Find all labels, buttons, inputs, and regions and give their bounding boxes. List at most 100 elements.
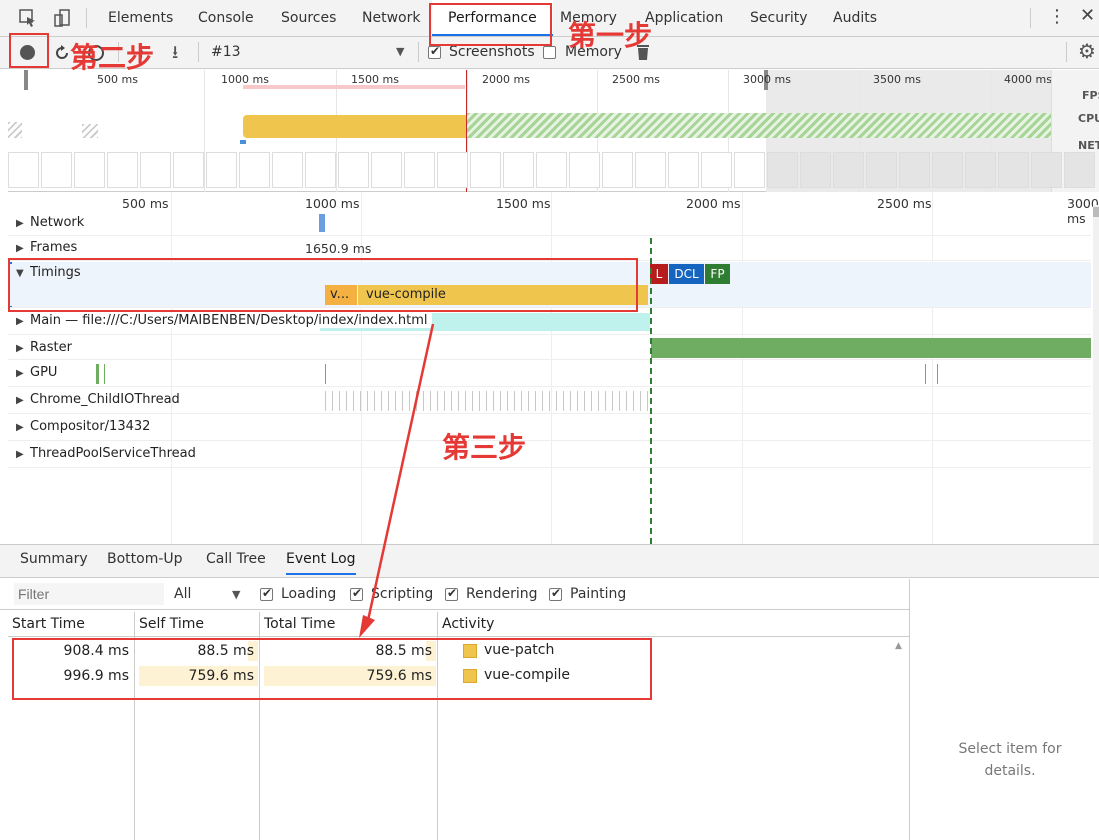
tab-summary[interactable]: Summary bbox=[20, 551, 88, 567]
screenshot-thumbnail[interactable] bbox=[668, 152, 699, 188]
category-dropdown-icon[interactable]: ▼ bbox=[232, 588, 240, 601]
screenshot-thumbnail[interactable] bbox=[734, 152, 765, 188]
tab-audits[interactable]: Audits bbox=[833, 0, 877, 36]
screenshot-thumbnail[interactable] bbox=[569, 152, 600, 188]
tab-security[interactable]: Security bbox=[750, 0, 808, 36]
expand-triangle-icon[interactable]: ▶ bbox=[16, 395, 30, 406]
loading-checkbox[interactable] bbox=[260, 586, 273, 601]
screenshot-thumbnail[interactable] bbox=[503, 152, 534, 188]
screenshot-thumbnail[interactable] bbox=[1064, 152, 1095, 188]
screenshot-filmstrip[interactable] bbox=[8, 152, 1099, 190]
column-activity[interactable]: Activity bbox=[438, 612, 910, 637]
gpu-task[interactable] bbox=[104, 364, 105, 384]
screenshot-thumbnail[interactable] bbox=[272, 152, 303, 188]
network-request-bar[interactable] bbox=[319, 214, 325, 232]
flame-scrollbar-thumb[interactable] bbox=[1093, 207, 1099, 217]
screenshot-thumbnail[interactable] bbox=[41, 152, 72, 188]
column-self-time[interactable]: Self Time bbox=[135, 612, 260, 637]
screenshot-thumbnail[interactable] bbox=[701, 152, 732, 188]
expand-triangle-icon[interactable]: ▶ bbox=[16, 422, 30, 433]
gpu-task[interactable] bbox=[96, 364, 99, 384]
screenshot-thumbnail[interactable] bbox=[74, 152, 105, 188]
save-profile-icon[interactable]: ⭳ bbox=[172, 40, 178, 70]
track-network[interactable]: ▶ Network bbox=[8, 212, 1091, 236]
screenshot-thumbnail[interactable] bbox=[437, 152, 468, 188]
screenshot-thumbnail[interactable] bbox=[305, 152, 336, 188]
screenshot-thumbnail[interactable] bbox=[239, 152, 270, 188]
annotation-box-event-log-rows bbox=[12, 638, 652, 700]
column-start-time[interactable]: Start Time bbox=[8, 612, 135, 637]
reload-record-icon[interactable] bbox=[53, 44, 71, 62]
dcl-event-marker[interactable]: DCL bbox=[669, 264, 704, 284]
gpu-task[interactable] bbox=[937, 364, 938, 384]
cpu-label: CPU bbox=[1078, 112, 1099, 125]
screenshot-thumbnail[interactable] bbox=[833, 152, 864, 188]
screenshot-thumbnail[interactable] bbox=[767, 152, 798, 188]
overview-left-handle[interactable] bbox=[24, 70, 28, 90]
expand-triangle-icon[interactable]: ▶ bbox=[16, 368, 30, 379]
tab-application[interactable]: Application bbox=[645, 0, 723, 36]
more-options-icon[interactable]: ⋮ bbox=[1048, 6, 1066, 27]
screenshot-thumbnail[interactable] bbox=[107, 152, 138, 188]
category-select[interactable]: All bbox=[174, 586, 191, 602]
device-toolbar-icon[interactable] bbox=[52, 8, 72, 28]
tab-elements[interactable]: Elements bbox=[108, 0, 173, 36]
painting-checkbox[interactable] bbox=[549, 586, 562, 601]
expand-triangle-icon[interactable]: ▶ bbox=[16, 316, 30, 327]
tab-call-tree[interactable]: Call Tree bbox=[206, 551, 266, 567]
flame-tick: 2500 ms bbox=[877, 196, 932, 211]
screenshot-thumbnail[interactable] bbox=[140, 152, 171, 188]
settings-gear-icon[interactable]: ⚙ bbox=[1078, 39, 1096, 63]
gpu-task[interactable] bbox=[325, 364, 326, 384]
screenshot-thumbnail[interactable] bbox=[404, 152, 435, 188]
expand-triangle-icon[interactable]: ▶ bbox=[16, 343, 30, 354]
gpu-task[interactable] bbox=[925, 364, 926, 384]
expand-triangle-icon[interactable]: ▶ bbox=[16, 243, 30, 254]
recording-dropdown-icon[interactable]: ▼ bbox=[396, 45, 404, 58]
screenshot-thumbnail[interactable] bbox=[602, 152, 633, 188]
screenshots-checkbox[interactable] bbox=[428, 44, 441, 59]
screenshot-thumbnail[interactable] bbox=[635, 152, 666, 188]
raster-activity[interactable] bbox=[651, 338, 1091, 358]
screenshot-thumbnail[interactable] bbox=[536, 152, 567, 188]
track-compositor[interactable]: ▶ Compositor/13432 bbox=[8, 415, 1091, 441]
screenshot-thumbnail[interactable] bbox=[1031, 152, 1062, 188]
overview-tick: 2000 ms bbox=[482, 73, 530, 86]
flame-tick: 1000 ms bbox=[305, 196, 360, 211]
filter-input[interactable] bbox=[14, 583, 164, 605]
screenshot-thumbnail[interactable] bbox=[173, 152, 204, 188]
track-threadpool[interactable]: ▶ ThreadPoolServiceThread bbox=[8, 442, 1091, 468]
screenshot-thumbnail[interactable] bbox=[932, 152, 963, 188]
flame-scrollbar[interactable] bbox=[1093, 205, 1099, 544]
screenshot-thumbnail[interactable] bbox=[371, 152, 402, 188]
screenshot-thumbnail[interactable] bbox=[8, 152, 39, 188]
screenshot-thumbnail[interactable] bbox=[206, 152, 237, 188]
tab-network[interactable]: Network bbox=[362, 0, 420, 36]
frame-duration-label[interactable]: 1650.9 ms bbox=[305, 241, 371, 256]
flame-tick: 500 ms bbox=[122, 196, 169, 211]
track-main[interactable]: ▶ Main — file:///C:/Users/MAIBENBEN/Deskt… bbox=[8, 309, 1091, 335]
screenshot-thumbnail[interactable] bbox=[866, 152, 897, 188]
tab-sources[interactable]: Sources bbox=[281, 0, 336, 36]
tab-event-log[interactable]: Event Log bbox=[286, 551, 356, 575]
tab-bottom-up[interactable]: Bottom-Up bbox=[107, 551, 183, 567]
track-label: Frames bbox=[30, 240, 78, 255]
first-paint-marker[interactable]: FP bbox=[705, 264, 730, 284]
flame-tick: 1500 ms bbox=[496, 196, 551, 211]
memory-checkbox[interactable] bbox=[543, 46, 556, 59]
inspect-element-icon[interactable] bbox=[18, 8, 38, 28]
rendering-checkbox[interactable] bbox=[445, 586, 458, 601]
expand-triangle-icon[interactable]: ▶ bbox=[16, 218, 30, 229]
track-gpu[interactable]: ▶ GPU bbox=[8, 361, 1091, 387]
tab-console[interactable]: Console bbox=[198, 0, 254, 36]
screenshot-thumbnail[interactable] bbox=[899, 152, 930, 188]
close-icon[interactable]: ✕ bbox=[1080, 5, 1095, 26]
load-event-marker[interactable]: L bbox=[650, 264, 668, 284]
expand-triangle-icon[interactable]: ▶ bbox=[16, 449, 30, 460]
screenshot-thumbnail[interactable] bbox=[338, 152, 369, 188]
screenshot-thumbnail[interactable] bbox=[965, 152, 996, 188]
recording-select[interactable]: #13 bbox=[211, 44, 241, 60]
screenshot-thumbnail[interactable] bbox=[998, 152, 1029, 188]
screenshot-thumbnail[interactable] bbox=[800, 152, 831, 188]
screenshot-thumbnail[interactable] bbox=[470, 152, 501, 188]
